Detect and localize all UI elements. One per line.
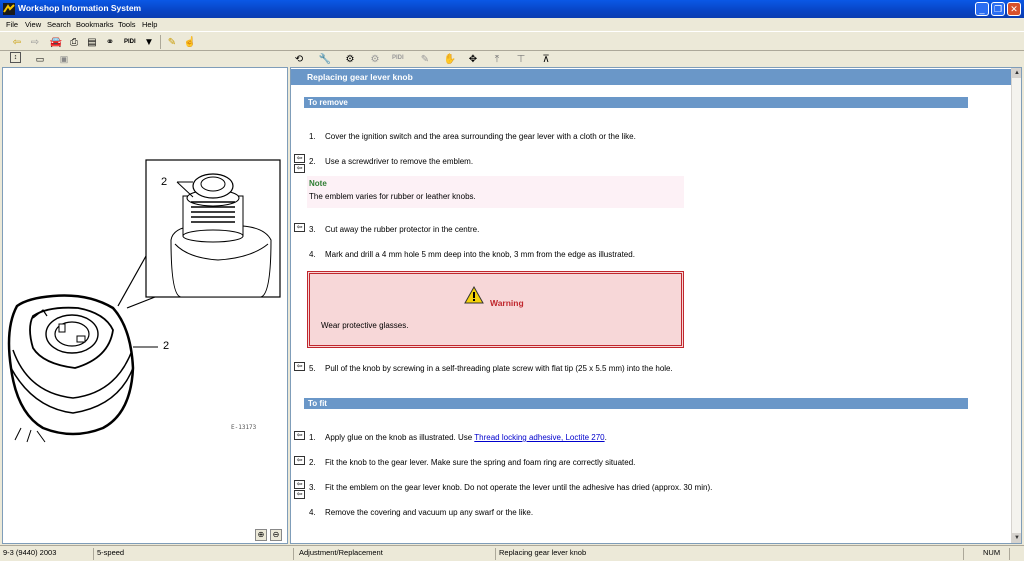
status-vehicle: 9-3 (9440) 2003 — [0, 548, 94, 560]
hand-tool-icon[interactable]: ✋ — [443, 52, 457, 66]
illustration-pane: 2 2 E-13173 — [2, 67, 288, 544]
window-title: Workshop Information System — [18, 3, 142, 13]
document-header: Replacing gear lever knob — [291, 69, 1011, 85]
fit-step-2: 2. Fit the knob to the gear lever. Make s… — [309, 458, 636, 467]
rotate-icon[interactable]: ⟲ — [292, 52, 306, 66]
restore-button[interactable]: ❐ — [991, 2, 1005, 16]
pencil-disabled-icon[interactable]: ✎ — [418, 52, 432, 66]
callout-label-top: 2 — [161, 176, 168, 188]
callout-label-side: 2 — [163, 340, 170, 352]
pidi-button[interactable]: PIDI — [124, 39, 136, 45]
move-icon[interactable]: ✥ — [466, 52, 480, 66]
fit-step-1: 1. Apply glue on the knob as illustrated.… — [309, 433, 607, 442]
menu-file[interactable]: File — [6, 20, 18, 29]
status-topic: Replacing gear lever knob — [496, 548, 964, 560]
scroll-down-arrow-icon[interactable]: ▼ — [1012, 533, 1021, 543]
wrench-icon[interactable]: 🔧 — [318, 52, 332, 66]
status-gearbox: 5-speed — [94, 548, 294, 560]
remove-step-3: 3. Cut away the rubber protector in the c… — [309, 225, 480, 234]
reference-link-icon[interactable]: ⇦ — [294, 164, 305, 173]
page-tree-icon[interactable]: ⊤ — [514, 52, 528, 66]
warning-triangle-icon — [464, 286, 484, 304]
menu-view[interactable]: View — [25, 20, 41, 29]
reference-link-icon[interactable]: ⇦ — [294, 480, 305, 489]
illustration-code: E-13173 — [231, 424, 257, 431]
image-view-icon[interactable]: ▣ — [57, 52, 71, 66]
note-box: Note The emblem varies for rubber or lea… — [307, 176, 684, 208]
zoom-out-button[interactable]: ⊖ — [270, 529, 282, 541]
menu-search[interactable]: Search — [47, 20, 71, 29]
pidi-view-button[interactable]: PIDI — [392, 55, 404, 61]
cursor-help-icon[interactable]: ☝ — [183, 35, 197, 49]
zoom-in-button[interactable]: ⊕ — [255, 529, 267, 541]
binoculars-icon[interactable]: ⚭ — [103, 35, 117, 49]
lift-icon[interactable]: ⊼ — [539, 52, 553, 66]
status-category: Adjustment/Replacement — [296, 548, 496, 560]
reference-link-icon[interactable]: ⇦ — [294, 223, 305, 232]
note-text: The emblem varies for rubber or leather … — [309, 192, 476, 201]
warning-text: Wear protective glasses. — [321, 321, 409, 330]
remove-step-4: 4. Mark and drill a 4 mm hole 5 mm deep i… — [309, 250, 635, 259]
reference-link-icon[interactable]: ⇦ — [294, 154, 305, 163]
menu-bookmarks[interactable]: Bookmarks — [76, 20, 114, 29]
scroll-up-arrow-icon[interactable]: ▲ — [1012, 68, 1021, 78]
warning-box: Warning Wear protective glasses. — [307, 271, 684, 348]
list-view-icon[interactable]: ▭ — [33, 52, 47, 66]
forward-arrow-icon[interactable]: ⇨ — [28, 35, 42, 49]
gear-knob-illustration — [7, 159, 281, 443]
tree-view-icon[interactable]: ↕ — [10, 52, 21, 63]
status-bar: 9-3 (9440) 2003 5-speed Adjustment/Repla… — [0, 545, 1024, 561]
remove-step-1: 1. Cover the ignition switch and the area… — [309, 132, 636, 141]
minimize-button[interactable]: _ — [975, 2, 989, 16]
document-icon[interactable]: ▤ — [85, 35, 99, 49]
reference-link-icon[interactable]: ⇦ — [294, 362, 305, 371]
parts-icon[interactable]: ⚙ — [343, 52, 357, 66]
fit-step-3: 3. Fit the emblem on the gear lever knob.… — [309, 483, 713, 492]
fit-step-4: 4. Remove the covering and vacuum up any … — [309, 508, 534, 517]
car-icon[interactable]: 🚘 — [49, 35, 63, 49]
title-bar: Workshop Information System _ ❐ ✕ — [0, 0, 1024, 18]
gear-icon[interactable]: ⚙ — [368, 52, 382, 66]
document-pane: Replacing gear lever knob To remove 1. Co… — [290, 67, 1022, 544]
note-title: Note — [309, 179, 327, 188]
menu-bar: File View Search Bookmarks Tools Help — [0, 18, 1024, 30]
remove-step-5: 5. Pull of the knob by screwing in a self… — [309, 364, 673, 373]
view-toolbar: ↕ ▭ ▣ ⟲ 🔧 ⚙ ⚙ PIDI ✎ ✋ ✥ ⤒ ⊤ ⊼ — [0, 51, 1024, 67]
toolbar-separator — [160, 35, 161, 49]
vertical-scrollbar[interactable]: ▲ ▼ — [1011, 68, 1021, 543]
reference-link-icon[interactable]: ⇦ — [294, 490, 305, 499]
print-icon[interactable]: ⎙ — [67, 35, 81, 49]
reference-link-icon[interactable]: ⇦ — [294, 431, 305, 440]
app-logo-icon — [3, 3, 15, 15]
close-button[interactable]: ✕ — [1007, 2, 1021, 16]
remove-step-2: 2. Use a screwdriver to remove the emblem… — [309, 157, 474, 166]
diagnostic-tool-icon[interactable]: ▼ — [142, 35, 156, 49]
reference-link-icon[interactable]: ⇦ — [294, 456, 305, 465]
pencil-icon[interactable]: ✎ — [165, 35, 179, 49]
section-to-remove: To remove — [304, 97, 968, 108]
menu-help[interactable]: Help — [142, 20, 157, 29]
back-arrow-icon[interactable]: ⇦ — [10, 35, 24, 49]
loctite-link[interactable]: Thread locking adhesive, Loctite 270 — [474, 433, 604, 442]
page-up-icon[interactable]: ⤒ — [490, 52, 504, 66]
menu-tools[interactable]: Tools — [118, 20, 136, 29]
status-num-lock: NUM — [980, 548, 1010, 560]
section-to-fit: To fit — [304, 398, 968, 409]
main-toolbar: ⇦ ⇨ 🚘 ⎙ ▤ ⚭ PIDI ▼ ✎ ☝ — [0, 31, 1024, 51]
warning-title: Warning — [490, 298, 524, 308]
